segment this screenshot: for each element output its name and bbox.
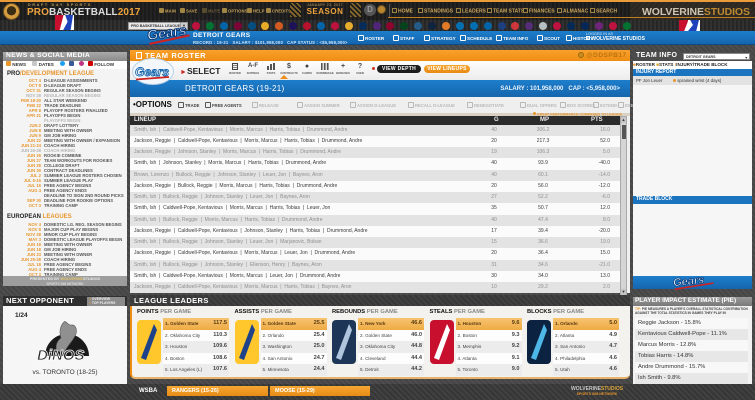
svg-text:DiNOS: DiNOS bbox=[37, 347, 85, 364]
